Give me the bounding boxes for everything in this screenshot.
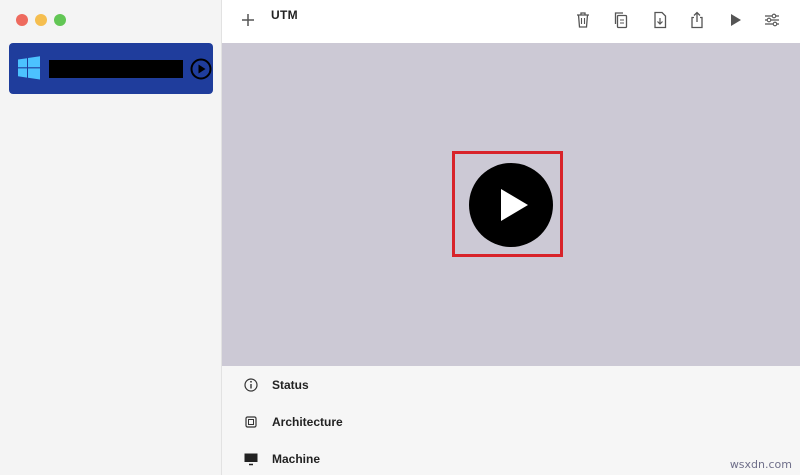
vm-list-item[interactable] xyxy=(9,43,213,94)
info-icon xyxy=(244,378,258,392)
share-icon[interactable] xyxy=(687,10,707,30)
vm-info-panel: Status Architecture Machine xyxy=(222,366,800,475)
architecture-label: Architecture xyxy=(272,415,343,429)
watermark: wsxdn.com xyxy=(729,458,792,471)
toolbar: UTM xyxy=(222,0,800,43)
machine-row: Machine xyxy=(222,448,800,472)
window-title: UTM xyxy=(271,8,298,22)
status-row: Status xyxy=(222,374,800,398)
close-window-button[interactable] xyxy=(16,14,28,26)
settings-sliders-icon[interactable] xyxy=(762,10,782,30)
chip-icon xyxy=(245,416,257,428)
vm-preview xyxy=(222,43,800,366)
clone-icon[interactable] xyxy=(611,10,631,30)
large-play-icon[interactable] xyxy=(468,162,554,248)
add-icon[interactable] xyxy=(238,10,258,30)
zoom-window-button[interactable] xyxy=(54,14,66,26)
monitor-icon xyxy=(244,453,258,466)
minimize-window-button[interactable] xyxy=(35,14,47,26)
download-icon[interactable] xyxy=(650,10,670,30)
main-pane: UTM Status Architecture Machine xyxy=(222,0,800,475)
play-icon[interactable] xyxy=(725,10,745,30)
machine-label: Machine xyxy=(272,452,321,466)
vm-play-icon[interactable] xyxy=(190,58,212,80)
status-label: Status xyxy=(272,378,309,392)
vm-name-redacted xyxy=(49,60,183,78)
windows-logo-icon xyxy=(18,56,40,80)
utm-window: UTM Status Architecture Machine wsxdn.co… xyxy=(0,0,800,475)
architecture-row: Architecture xyxy=(222,411,800,435)
trash-icon[interactable] xyxy=(573,10,593,30)
sidebar xyxy=(0,0,222,475)
